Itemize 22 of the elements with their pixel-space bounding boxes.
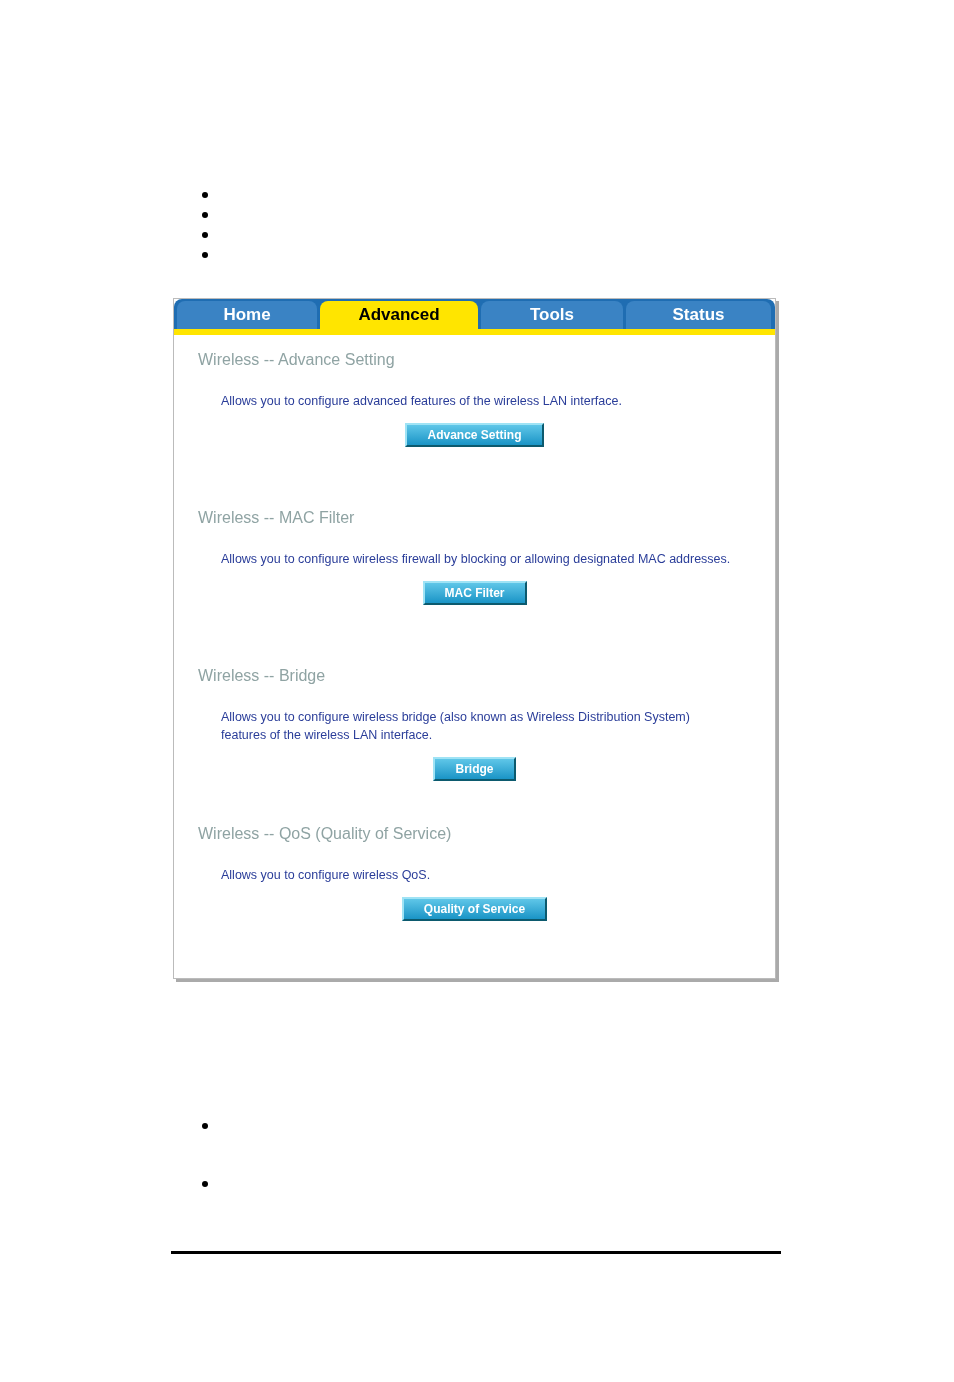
nav-tab[interactable]: Advanced bbox=[320, 301, 478, 329]
bullet-icon bbox=[202, 232, 208, 238]
bullet-icon bbox=[202, 1123, 208, 1129]
section-description: Allows you to configure wireless bridge (also known as Wireless Distribution System) features of the wireless LAN interface. bbox=[221, 709, 691, 744]
section-title: Wireless -- Advance Setting bbox=[198, 351, 396, 369]
section-button[interactable]: MAC Filter bbox=[422, 581, 527, 605]
section-description: Allows you to configure advanced features of the wireless LAN interface. bbox=[221, 393, 623, 410]
section-description: Allows you to configure wireless QoS. bbox=[221, 867, 432, 884]
nav-tab[interactable]: Tools bbox=[481, 301, 623, 329]
section-title: Wireless -- QoS (Quality of Service) bbox=[198, 825, 453, 843]
section-button[interactable]: Advance Setting bbox=[405, 423, 544, 447]
section-button[interactable]: Bridge bbox=[433, 757, 516, 781]
nav-tab[interactable]: Status bbox=[626, 301, 771, 329]
section-description: Allows you to configure wireless firewall by blocking or allowing designated MAC addresses. bbox=[221, 551, 732, 568]
bullet-icon bbox=[202, 192, 208, 198]
section-title: Wireless -- Bridge bbox=[198, 667, 327, 685]
bullet-icon bbox=[202, 252, 208, 258]
bullet-icon bbox=[202, 1181, 208, 1187]
section-button[interactable]: Quality of Service bbox=[401, 897, 548, 921]
nav-tab[interactable]: Home bbox=[177, 301, 317, 329]
section-title: Wireless -- MAC Filter bbox=[198, 509, 356, 527]
bullet-icon bbox=[202, 212, 208, 218]
